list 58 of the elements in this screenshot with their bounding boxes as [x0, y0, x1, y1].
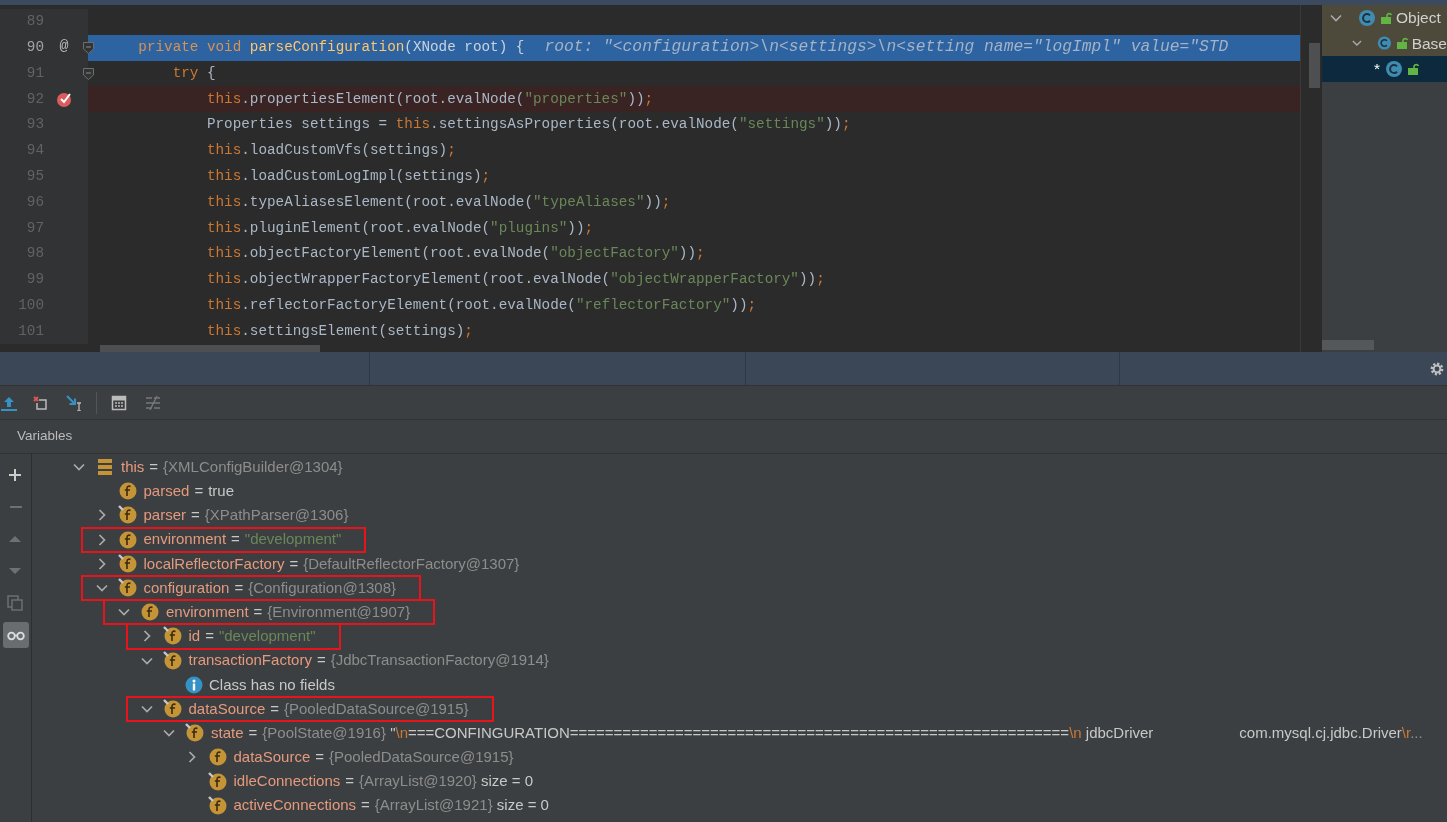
breakpoint-icon[interactable]: [56, 91, 72, 108]
variable-value: environment = "development": [143, 529, 342, 550]
info-icon: [185, 675, 203, 694]
class-icon: [1385, 59, 1404, 78]
lock-icon: [1381, 11, 1391, 24]
item-label: Object: [1396, 8, 1441, 29]
variable-value: dataSource = {PooledDataSource@1915}: [188, 698, 469, 719]
execution-point-icon: [1, 394, 17, 411]
code-line: this.objectWrapperFactoryElement(root.evalNode("objectWrapperFactory"));: [205, 270, 825, 290]
settings-icon[interactable]: [1429, 360, 1445, 377]
gutter-marker[interactable]: @: [59, 36, 69, 59]
cursor-arrow-icon: [66, 394, 82, 411]
fold-icon[interactable]: [83, 67, 94, 80]
code-line: Properties settings = this.settingsAsProperties(root.evalNode("settings"));: [205, 115, 851, 135]
code-line: try {: [171, 63, 216, 83]
class-icon: [1376, 34, 1392, 53]
variable-value: idleConnections = {ArrayList@1920} size = 0: [233, 771, 534, 792]
variable-value: id = "development": [188, 626, 316, 647]
variable-value: transactionFactory = {JdbcTransactionFactory@1914}: [188, 650, 549, 671]
calculator-icon: [111, 394, 127, 411]
lock-icon: [1408, 62, 1419, 75]
line-number: 90: [25, 37, 44, 57]
glasses-button[interactable]: [2, 622, 29, 648]
variable-value: parser = {XPathParser@1306}: [143, 505, 349, 526]
code-line: this.objectFactoryElement(root.evalNode("objectFactory"));: [205, 244, 705, 264]
variable-value: configuration = {Configuration@1308}: [143, 577, 396, 598]
variable-value: state = {PoolState@1916} "\n===CONFINGURATION=========================================================\n jdbcDriver com.mysql.cj.jdbc.Driver\r...: [211, 722, 1423, 743]
variable-value: parsed = true: [143, 481, 234, 502]
lock-icon: [1396, 37, 1407, 50]
copy-icon: [6, 595, 25, 611]
drop-frame-icon: [32, 394, 48, 411]
variable-value: dataSource = {PooledDataSource@1915}: [233, 747, 514, 768]
item-label: *: [1374, 59, 1381, 80]
fold-icon[interactable]: [83, 41, 94, 54]
variable-value: activeConnections = {ArrayList@1921} size = 0: [233, 795, 549, 816]
inline-value-hint: root: "<configuration>\n<settings>\n<setting name="logImpl" value="STD: [544, 36, 1229, 59]
scrollbar[interactable]: [100, 344, 320, 352]
class-icon: [1358, 8, 1376, 27]
code-line: private void parseConfiguration(XNode root) {: [137, 37, 525, 57]
code-line: this.typeAliasesElement(root.evalNode("typeAliases"));: [205, 192, 671, 212]
structure-item[interactable]: *: [1322, 56, 1447, 82]
scrollbar[interactable]: [1322, 340, 1374, 350]
panel-title: Variables: [17, 427, 73, 446]
code-line: this.settingsElement(settings);: [205, 321, 473, 341]
structure-item[interactable]: Object: [1322, 5, 1447, 31]
code-line: this.reflectorFactoryElement(root.evalNode("reflectorFactory"));: [205, 295, 757, 315]
info-message: Class has no fields: [209, 674, 335, 695]
strikethrough-lines-icon: [145, 394, 161, 411]
code-line: this.loadCustomVfs(settings);: [205, 141, 456, 161]
item-label: Base: [1411, 33, 1447, 54]
variable-value: this = {XMLConfigBuilder@1304}: [121, 456, 343, 477]
structure-item[interactable]: Base: [1322, 30, 1447, 56]
code-line: this.loadCustomLogImpl(settings);: [205, 166, 491, 186]
variable-value: environment = {Environment@1907}: [166, 601, 411, 622]
code-line: this.propertiesElement(root.evalNode("properties"));: [205, 89, 654, 109]
variable-value: localReflectorFactory = {DefaultReflectorFactory@1307}: [143, 553, 520, 574]
code-line: this.pluginElement(root.evalNode("plugins"));: [205, 218, 594, 238]
scrollbar[interactable]: [1309, 43, 1320, 88]
